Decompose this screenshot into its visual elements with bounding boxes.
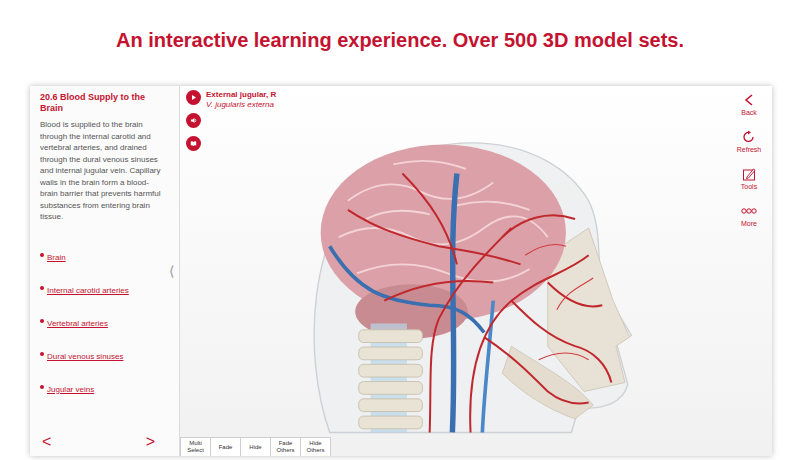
tool-button[interactable]: Refresh xyxy=(737,129,762,154)
topic-list: Brain Internal carotid arteries Vertebral … xyxy=(40,243,165,399)
tool-button[interactable]: More xyxy=(741,203,757,228)
bullet-dot xyxy=(40,253,44,257)
topic-link[interactable]: Dural venous sinuses xyxy=(47,352,123,361)
tool-label: More xyxy=(741,219,757,228)
toolbar-button[interactable]: Fade Others xyxy=(270,437,301,456)
topic-item: Jugular veins xyxy=(40,375,165,399)
toolbar-button[interactable]: Hide Others xyxy=(300,437,331,456)
bottom-toolbar: Multi SelectFadeHideFade OthersHide Othe… xyxy=(180,437,772,456)
play-icon xyxy=(189,93,198,102)
collapse-handle[interactable]: ⟨ xyxy=(169,264,179,278)
model-stage[interactable]: External jugular, RV. jugularis externa … xyxy=(180,86,772,456)
audio-button[interactable] xyxy=(186,113,201,128)
bullet-dot xyxy=(40,385,44,389)
topic-item: Dural venous sinuses xyxy=(40,342,165,366)
tool-button[interactable]: Back xyxy=(741,92,757,117)
structure-latin: V. jugularis externa xyxy=(206,100,726,110)
structure-name: External jugular, R xyxy=(206,90,726,100)
topic-link[interactable]: Internal carotid arteries xyxy=(47,286,129,295)
topic-link[interactable]: Jugular veins xyxy=(47,385,94,394)
tool-label: Tools xyxy=(741,182,757,191)
tool-label: Refresh xyxy=(737,145,762,154)
prev-button[interactable]: < xyxy=(40,434,53,450)
back-icon xyxy=(741,92,757,108)
lesson-text: Blood is supplied to the brain through t… xyxy=(40,119,165,223)
tool-label: Back xyxy=(741,108,757,117)
book-icon xyxy=(189,139,198,148)
topic-item: Brain xyxy=(40,243,165,267)
pager: <> xyxy=(40,434,165,450)
headline: An interactive learning experience. Over… xyxy=(0,0,800,86)
next-button[interactable]: > xyxy=(144,434,157,450)
topic-link[interactable]: Brain xyxy=(47,253,66,262)
selection-label: External jugular, RV. jugularis externa xyxy=(206,86,726,110)
tool-button[interactable]: Tools xyxy=(741,166,757,191)
bullet-dot xyxy=(40,319,44,323)
audio-icon xyxy=(189,116,198,125)
topic-link[interactable]: Vertebral arteries xyxy=(47,319,108,328)
app-window: 20.6 Blood Supply to the Brain Blood is s… xyxy=(30,86,772,456)
book-button[interactable] xyxy=(186,136,201,151)
lesson-title: 20.6 Blood Supply to the Brain xyxy=(40,92,165,114)
bullet-dot xyxy=(40,286,44,290)
lesson-pane: 20.6 Blood Supply to the Brain Blood is s… xyxy=(30,86,180,456)
toolbar-button[interactable]: Hide xyxy=(240,437,271,456)
head-model-picture xyxy=(275,119,657,437)
toolbar-button[interactable]: Multi Select xyxy=(180,437,211,456)
topic-item: Vertebral arteries xyxy=(40,309,165,333)
toolbar-button[interactable]: Fade xyxy=(210,437,241,456)
play-button[interactable] xyxy=(186,90,201,105)
topic-item: Internal carotid arteries xyxy=(40,276,165,300)
more-icon xyxy=(741,203,757,219)
tools-icon xyxy=(741,166,757,182)
refresh-icon xyxy=(741,129,757,145)
bullet-dot xyxy=(40,352,44,356)
